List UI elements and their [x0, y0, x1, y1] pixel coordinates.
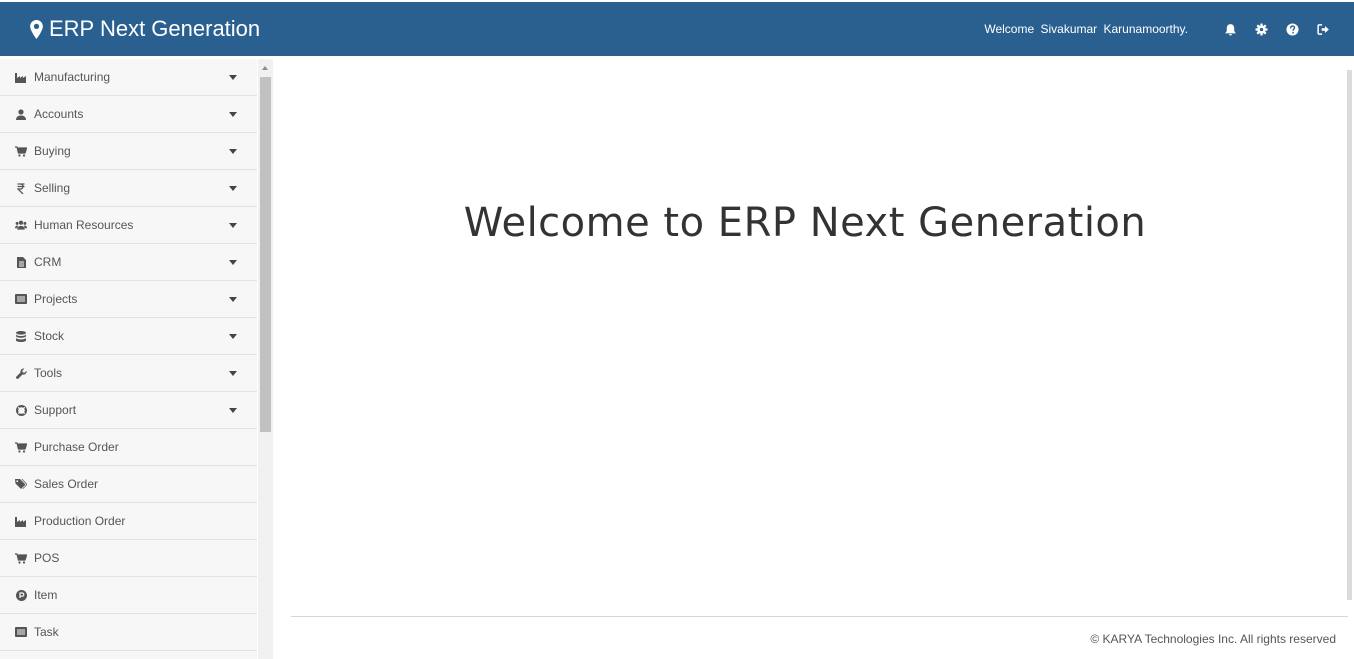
sidebar-item-label: Human Resources — [34, 218, 134, 232]
welcome-heading: Welcome to ERP Next Generation — [463, 200, 1147, 246]
sidebar-item-label: Buying — [34, 144, 71, 158]
lifebuoy-icon — [15, 404, 27, 416]
industry-icon — [15, 515, 27, 527]
scroll-up-arrow-icon[interactable] — [262, 66, 268, 70]
top-navbar: ERP Next Generation Welcome Sivakumar Ka… — [0, 2, 1354, 56]
caret-down-icon[interactable] — [229, 186, 237, 191]
sidebar-item-sales-order[interactable]: Sales Order — [0, 466, 257, 503]
sidebar-item-label: Projects — [34, 292, 78, 306]
sidebar-item-label: Purchase Order — [34, 440, 119, 454]
sign-out-icon[interactable] — [1316, 22, 1330, 36]
sidebar-item-production-order[interactable]: Production Order — [0, 503, 257, 540]
user-menu: Welcome Sivakumar Karunamoorthy. — [984, 2, 1330, 56]
sidebar-item-label: Tools — [34, 366, 63, 380]
sidebar-item-crm[interactable]: CRM — [0, 244, 257, 281]
cart-icon — [15, 145, 27, 157]
cart-icon — [15, 552, 27, 564]
file-icon — [15, 256, 27, 268]
sidebar-item-selling[interactable]: Selling — [0, 170, 257, 207]
bell-icon[interactable] — [1223, 22, 1237, 36]
sidebar-item-label: Support — [34, 403, 77, 417]
question-circle-icon[interactable] — [1285, 22, 1299, 36]
caret-down-icon[interactable] — [229, 334, 237, 339]
welcome-user-text: Welcome Sivakumar Karunamoorthy. — [984, 22, 1188, 36]
list-icon — [15, 626, 27, 638]
wrench-icon — [15, 367, 27, 379]
cart-icon — [15, 441, 27, 453]
sidebar-item-label: Task — [34, 625, 59, 639]
user-icon — [15, 108, 27, 120]
sidebar-item-human-resources[interactable]: Human Resources — [0, 207, 257, 244]
caret-down-icon[interactable] — [229, 371, 237, 376]
sidebar-item-label: Accounts — [34, 107, 84, 121]
map-marker-icon — [30, 19, 43, 39]
caret-down-icon[interactable] — [229, 297, 237, 302]
caret-down-icon[interactable] — [229, 223, 237, 228]
sidebar-item-label: Sales Order — [34, 477, 99, 491]
sidebar-item-label: Stock — [34, 329, 65, 343]
list-icon — [15, 293, 27, 305]
caret-down-icon[interactable] — [229, 149, 237, 154]
footer-divider — [291, 616, 1348, 617]
main-scrollbar[interactable] — [1347, 70, 1352, 600]
sidebar-item-tools[interactable]: Tools — [0, 355, 257, 392]
caret-down-icon[interactable] — [229, 260, 237, 265]
database-icon — [15, 330, 27, 342]
sidebar-item-label: Item — [34, 588, 58, 602]
sidebar-item-purchase-order[interactable]: Purchase Order — [0, 429, 257, 466]
sidebar-item-accounts[interactable]: Accounts — [0, 96, 257, 133]
caret-down-icon[interactable] — [229, 112, 237, 117]
sidebar-nav: Manufacturing Accounts Buying Selling Human … — [0, 59, 257, 659]
product-hunt-icon — [15, 589, 27, 601]
caret-down-icon[interactable] — [229, 408, 237, 413]
scrollbar-thumb[interactable] — [260, 77, 271, 432]
footer-copyright: © KARYA Technologies Inc. All rights res… — [1090, 632, 1336, 646]
sidebar-item-support[interactable]: Support — [0, 392, 257, 429]
users-icon — [15, 219, 27, 231]
sidebar-item-manufacturing[interactable]: Manufacturing — [0, 59, 257, 96]
tags-icon — [15, 478, 27, 490]
sidebar-item-pos[interactable]: POS — [0, 540, 257, 577]
app-title: ERP Next Generation — [49, 16, 261, 41]
industry-icon — [15, 71, 27, 83]
sidebar-item-label: CRM — [34, 255, 62, 269]
rupee-icon — [15, 182, 27, 194]
sidebar-item-label: POS — [34, 551, 60, 565]
app-brand[interactable]: ERP Next Generation — [30, 2, 260, 56]
sidebar-item-label: Manufacturing — [34, 70, 111, 84]
gear-icon[interactable] — [1254, 22, 1268, 36]
sidebar-item-item[interactable]: Item — [0, 577, 257, 614]
sidebar-scrollbar[interactable] — [258, 59, 273, 659]
sidebar-item-stock[interactable]: Stock — [0, 318, 257, 355]
sidebar-item-label: Selling — [34, 181, 71, 195]
caret-down-icon[interactable] — [229, 75, 237, 80]
sidebar-item-projects[interactable]: Projects — [0, 281, 257, 318]
sidebar-item-label: Production Order — [34, 514, 126, 528]
sidebar-item-task[interactable]: Task — [0, 614, 257, 651]
sidebar-item-buying[interactable]: Buying — [0, 133, 257, 170]
